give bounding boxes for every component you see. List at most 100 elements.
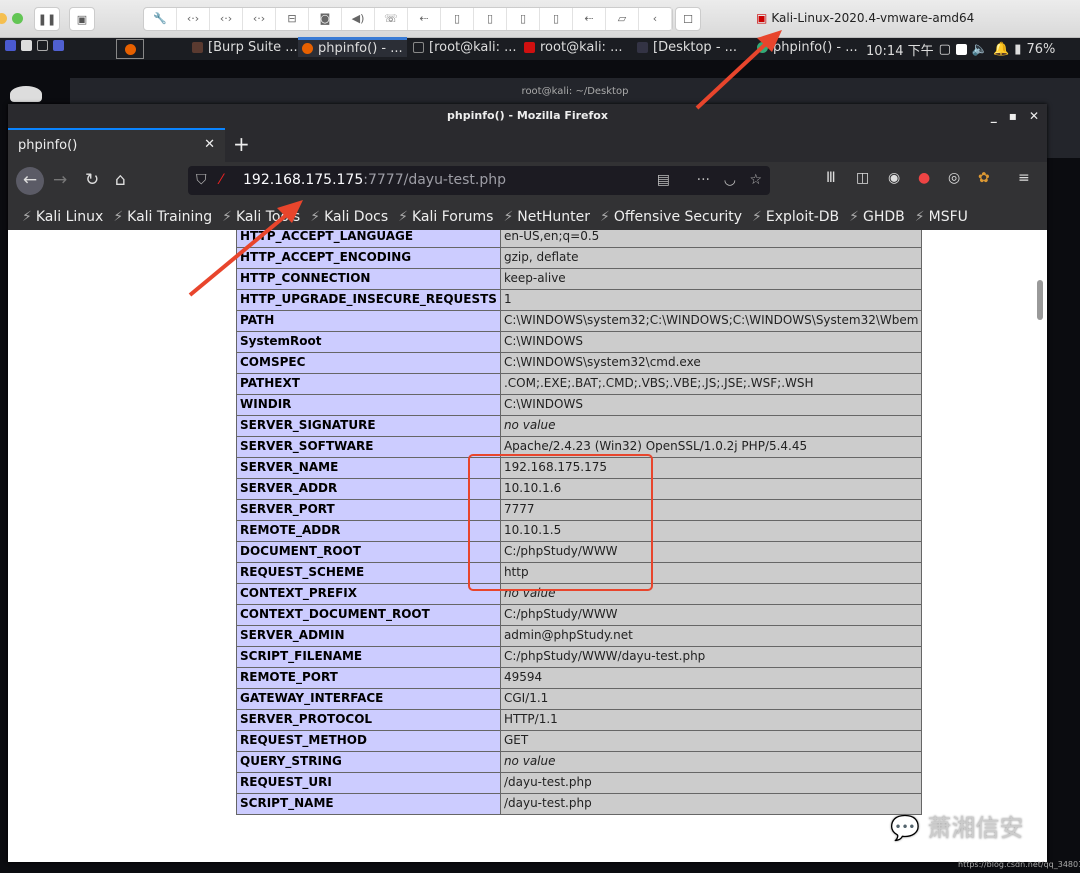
bookmark-item[interactable]: ⚡ Kali Tools xyxy=(222,204,300,230)
more-icon[interactable]: ··· xyxy=(697,166,710,195)
env-value: no value xyxy=(499,415,923,437)
url-host: 192.168.175.175 xyxy=(243,172,364,188)
mouse-icon[interactable]: ▯ xyxy=(507,8,540,30)
tab-phpinfo[interactable]: phpinfo() ✕ xyxy=(8,128,225,162)
clock[interactable]: 10:14 下午 xyxy=(866,40,934,59)
table-row: REMOTE_PORT 49594 xyxy=(236,667,923,689)
forward-button[interactable]: → xyxy=(53,170,67,190)
bookmark-item[interactable]: ⚡ Kali Docs xyxy=(310,204,388,230)
bookmark-item[interactable]: ⚡ Kali Forums xyxy=(398,204,493,230)
close-icon[interactable]: ✕ xyxy=(1029,104,1039,128)
table-row: SERVER_SIGNATURE no value xyxy=(236,415,923,437)
speaker-icon[interactable]: ◀) xyxy=(342,8,375,30)
home-button[interactable]: ⌂ xyxy=(115,170,126,190)
shield-icon[interactable]: ⛉ xyxy=(196,166,207,195)
usb-icon[interactable]: ⇠ xyxy=(573,8,606,30)
url-path: :7777/dayu-test.php xyxy=(363,172,506,188)
scrollbar[interactable] xyxy=(1037,280,1043,320)
task-phpinfo[interactable]: phpinfo() - ... xyxy=(298,37,407,57)
extension-icon[interactable]: ● xyxy=(918,170,930,186)
minimize-icon[interactable]: _ xyxy=(991,104,997,128)
bookmark-item[interactable]: ⚡ Kali Linux xyxy=(22,204,103,230)
env-value: no value xyxy=(499,751,923,773)
task-burp[interactable]: [Burp Suite ... xyxy=(192,40,298,55)
maximize-icon[interactable]: ▪ xyxy=(1009,104,1017,128)
back-button[interactable]: ← xyxy=(16,167,44,195)
usb-icon[interactable]: ⇠ xyxy=(408,8,441,30)
drive-icon[interactable]: ⊟ xyxy=(276,8,309,30)
env-key: DOCUMENT_ROOT xyxy=(236,541,501,563)
tab-close-icon[interactable]: ✕ xyxy=(204,137,215,152)
firefox-launcher[interactable] xyxy=(116,39,144,59)
snapshot-button[interactable]: ▣ xyxy=(69,7,95,31)
bookmark-item[interactable]: ⚡ NetHunter xyxy=(503,204,590,230)
url-bar[interactable]: ⛉ ⁄ 192.168.175.175:7777/dayu-test.php ▤… xyxy=(188,166,770,195)
table-row: QUERY_STRING no value xyxy=(236,751,923,773)
bookmark-icon: ⚡ xyxy=(310,209,321,225)
table-row: HTTP_ACCEPT_ENCODING gzip, deflate xyxy=(236,247,923,269)
env-key: SCRIPT_NAME xyxy=(236,793,501,815)
new-tab-button[interactable]: + xyxy=(233,132,250,156)
mouse-icon[interactable]: ▯ xyxy=(540,8,573,30)
table-row: SERVER_ADDR 10.10.1.6 xyxy=(236,478,923,500)
task-phpinfo-2[interactable]: phpinfo() - ... xyxy=(757,40,858,55)
nav-bar: ← → ↻ ⌂ ⛉ ⁄ 192.168.175.175:7777/dayu-te… xyxy=(8,162,1047,200)
display-icon[interactable]: ▢ xyxy=(939,42,951,57)
cookie-icon[interactable]: ✿ xyxy=(978,170,990,186)
folder-icon[interactable]: ▱ xyxy=(606,8,639,30)
camera-icon[interactable]: ◙ xyxy=(309,8,342,30)
table-row: CONTEXT_PREFIX no value xyxy=(236,583,923,605)
pause-button[interactable]: ❚❚ xyxy=(34,7,60,31)
bookmark-item[interactable]: ⚡ Offensive Security xyxy=(600,204,742,230)
menu-icon[interactable] xyxy=(5,40,16,51)
table-row: HTTP_UPGRADE_INSECURE_REQUESTS 1 xyxy=(236,289,923,311)
code-icon[interactable]: ‹·› xyxy=(243,8,276,30)
mouse-icon[interactable]: ▯ xyxy=(474,8,507,30)
bookmark-item[interactable]: ⚡ Exploit-DB xyxy=(752,204,839,230)
volume-icon[interactable]: 🔈 xyxy=(972,42,988,57)
kali-taskbar: [Burp Suite ... phpinfo() - ... [root@ka… xyxy=(0,37,1080,60)
sidebar-icon[interactable]: ◫ xyxy=(856,170,869,186)
account-icon[interactable]: ◉ xyxy=(888,170,900,186)
vm-title: ▣ Kali-Linux-2020.4-vmware-amd64 xyxy=(756,11,974,25)
wrench-icon[interactable]: 🔧 xyxy=(144,8,177,30)
task-desktop[interactable]: [Desktop - ... xyxy=(637,40,737,55)
code-icon[interactable]: ‹·› xyxy=(177,8,210,30)
files-icon[interactable] xyxy=(21,40,32,51)
task-root-terminal[interactable]: [root@kali: ... xyxy=(413,40,517,55)
bookmark-item[interactable]: ⚡ GHDB xyxy=(849,204,905,230)
pocket-icon[interactable]: ◡ xyxy=(724,166,736,195)
bookmark-item[interactable]: ⚡ MSFU xyxy=(915,204,968,230)
phpinfo-environment-table: HTTP_ACCEPT_LANGUAGE en-US,en;q=0.5 HTTP_A… xyxy=(236,230,923,815)
library-icon[interactable]: Ⅲ xyxy=(826,170,836,186)
minimize-dot[interactable] xyxy=(0,13,7,24)
reader-view-icon[interactable]: ▤ xyxy=(657,166,670,195)
table-row: REQUEST_METHOD GET xyxy=(236,730,923,752)
task-root-terminal-2[interactable]: root@kali: ... xyxy=(524,40,622,55)
insecure-lock-icon[interactable]: ⁄ xyxy=(220,166,222,195)
code-icon[interactable]: ‹·› xyxy=(210,8,243,30)
fullscreen-button[interactable]: ☐ xyxy=(675,7,701,31)
extension-icon-2[interactable]: ◎ xyxy=(948,170,960,186)
chevron-left-icon[interactable]: ‹ xyxy=(639,8,672,30)
phone-icon[interactable]: ☏ xyxy=(375,8,408,30)
reload-button[interactable]: ↻ xyxy=(85,170,99,190)
table-row: SCRIPT_FILENAME C:/phpStudy/WWW/dayu-test… xyxy=(236,646,923,668)
hamburger-menu-icon[interactable]: ≡ xyxy=(1018,170,1030,186)
table-row: SystemRoot C:\WINDOWS xyxy=(236,331,923,353)
mouse-icon[interactable]: ▯ xyxy=(441,8,474,30)
env-key: PATHEXT xyxy=(236,373,501,395)
env-value: no value xyxy=(499,583,923,605)
bell-icon[interactable]: 🔔 xyxy=(993,42,1009,57)
env-key: SERVER_ADMIN xyxy=(236,625,501,647)
vm-toolbar: ❚❚ ▣ 🔧 ‹·› ‹·› ‹·› ⊟ ◙ ◀) ☏ ⇠ ▯ ▯ ▯ ▯ ⇠ ▱ ‹ ☐ ▣ Kali-Lin… xyxy=(0,0,1080,38)
terminal-icon[interactable] xyxy=(37,40,48,51)
app-icon[interactable] xyxy=(53,40,64,51)
bookmark-item[interactable]: ⚡ Kali Training xyxy=(113,204,212,230)
bookmark-label: Kali Forums xyxy=(412,209,494,225)
desktop-icon[interactable] xyxy=(10,86,42,102)
bookmark-star-icon[interactable]: ☆ xyxy=(749,166,762,195)
zoom-dot[interactable] xyxy=(12,13,23,24)
table-row: REMOTE_ADDR 10.10.1.5 xyxy=(236,520,923,542)
input-icon[interactable] xyxy=(955,44,967,55)
